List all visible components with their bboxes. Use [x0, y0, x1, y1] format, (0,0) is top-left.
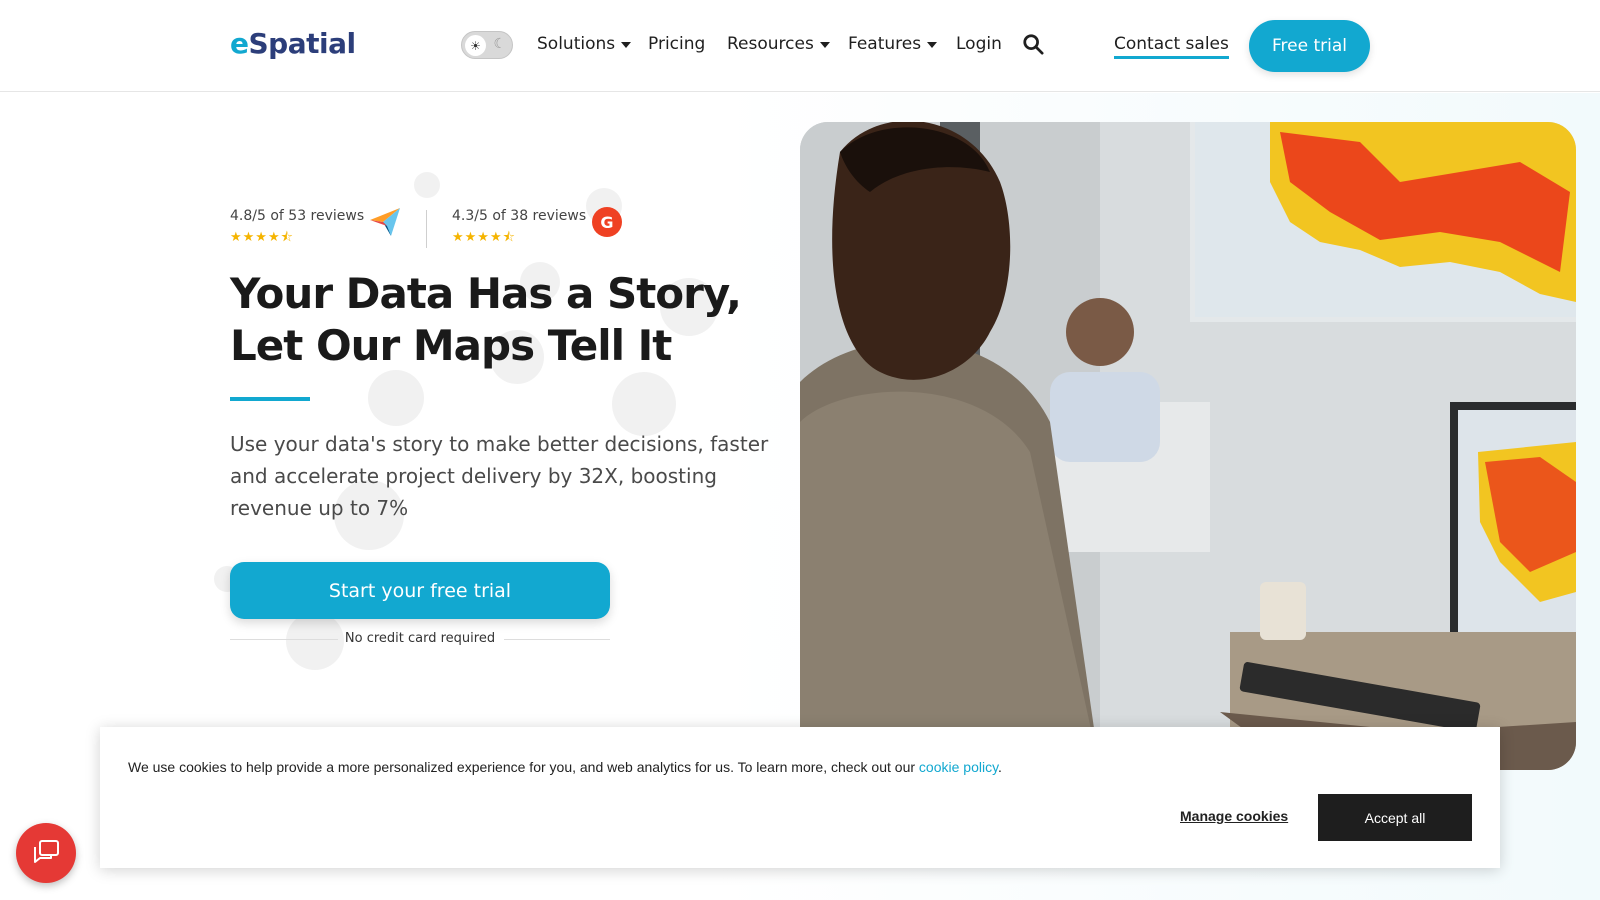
cookie-banner: We use cookies to help provide a more pe… — [100, 727, 1500, 868]
nav-solutions[interactable]: Solutions — [537, 34, 632, 54]
hero-subtitle: Use your data's story to make better dec… — [230, 432, 769, 520]
decorative-bubble — [414, 172, 440, 198]
cookie-policy-link[interactable]: cookie policy — [919, 759, 998, 775]
title-underline — [230, 397, 310, 401]
nav-pricing[interactable]: Pricing — [648, 34, 705, 54]
manage-cookies-button[interactable]: Manage cookies — [1180, 808, 1288, 824]
decorative-bubble — [612, 372, 676, 436]
nav-features[interactable]: Features — [848, 34, 938, 54]
free-trial-button[interactable]: Free trial — [1249, 20, 1370, 72]
caret-down-icon — [927, 42, 938, 48]
hero-title: Your Data Has a Story, Let Our Maps Tell… — [230, 269, 742, 370]
chat-icon — [34, 840, 59, 863]
decorative-bubble — [368, 370, 424, 426]
site-header: eSpatial ☀ ☾ Solutions Pricing Resources… — [0, 0, 1600, 92]
divider-line — [504, 639, 610, 640]
nav-login[interactable]: Login — [956, 34, 1002, 54]
cookie-message: We use cookies to help provide a more pe… — [128, 759, 1002, 775]
capterra-review[interactable]: 4.8/5 of 53 reviews ★★★★⯪ — [230, 208, 364, 250]
theme-toggle[interactable]: ☀ ☾ — [461, 31, 513, 59]
caret-down-icon — [819, 42, 830, 48]
espatial-logo[interactable]: eSpatial — [230, 27, 356, 60]
caret-down-icon — [621, 42, 632, 48]
star-rating: ★★★★⯪ — [452, 230, 516, 245]
search-icon[interactable] — [1022, 33, 1044, 55]
divider-line — [230, 639, 338, 640]
no-credit-card-note: No credit card required — [344, 631, 496, 646]
contact-sales-link[interactable]: Contact sales — [1114, 34, 1229, 59]
decorative-bubble — [286, 612, 344, 670]
g2-icon: G — [592, 207, 622, 237]
nav-resources[interactable]: Resources — [727, 34, 830, 54]
office-map-illustration — [800, 122, 1576, 770]
accept-all-button[interactable]: Accept all — [1318, 794, 1472, 841]
g2-review[interactable]: 4.3/5 of 38 reviews ★★★★⯪ — [452, 208, 586, 250]
review-divider — [426, 210, 427, 248]
sun-icon: ☀ — [465, 35, 486, 56]
moon-icon: ☾ — [493, 36, 506, 52]
chat-button[interactable] — [16, 823, 76, 883]
hero-photo — [800, 122, 1576, 770]
start-free-trial-button[interactable]: Start your free trial — [230, 562, 610, 619]
star-rating: ★★★★⯪ — [230, 230, 294, 245]
capterra-icon — [370, 208, 400, 236]
